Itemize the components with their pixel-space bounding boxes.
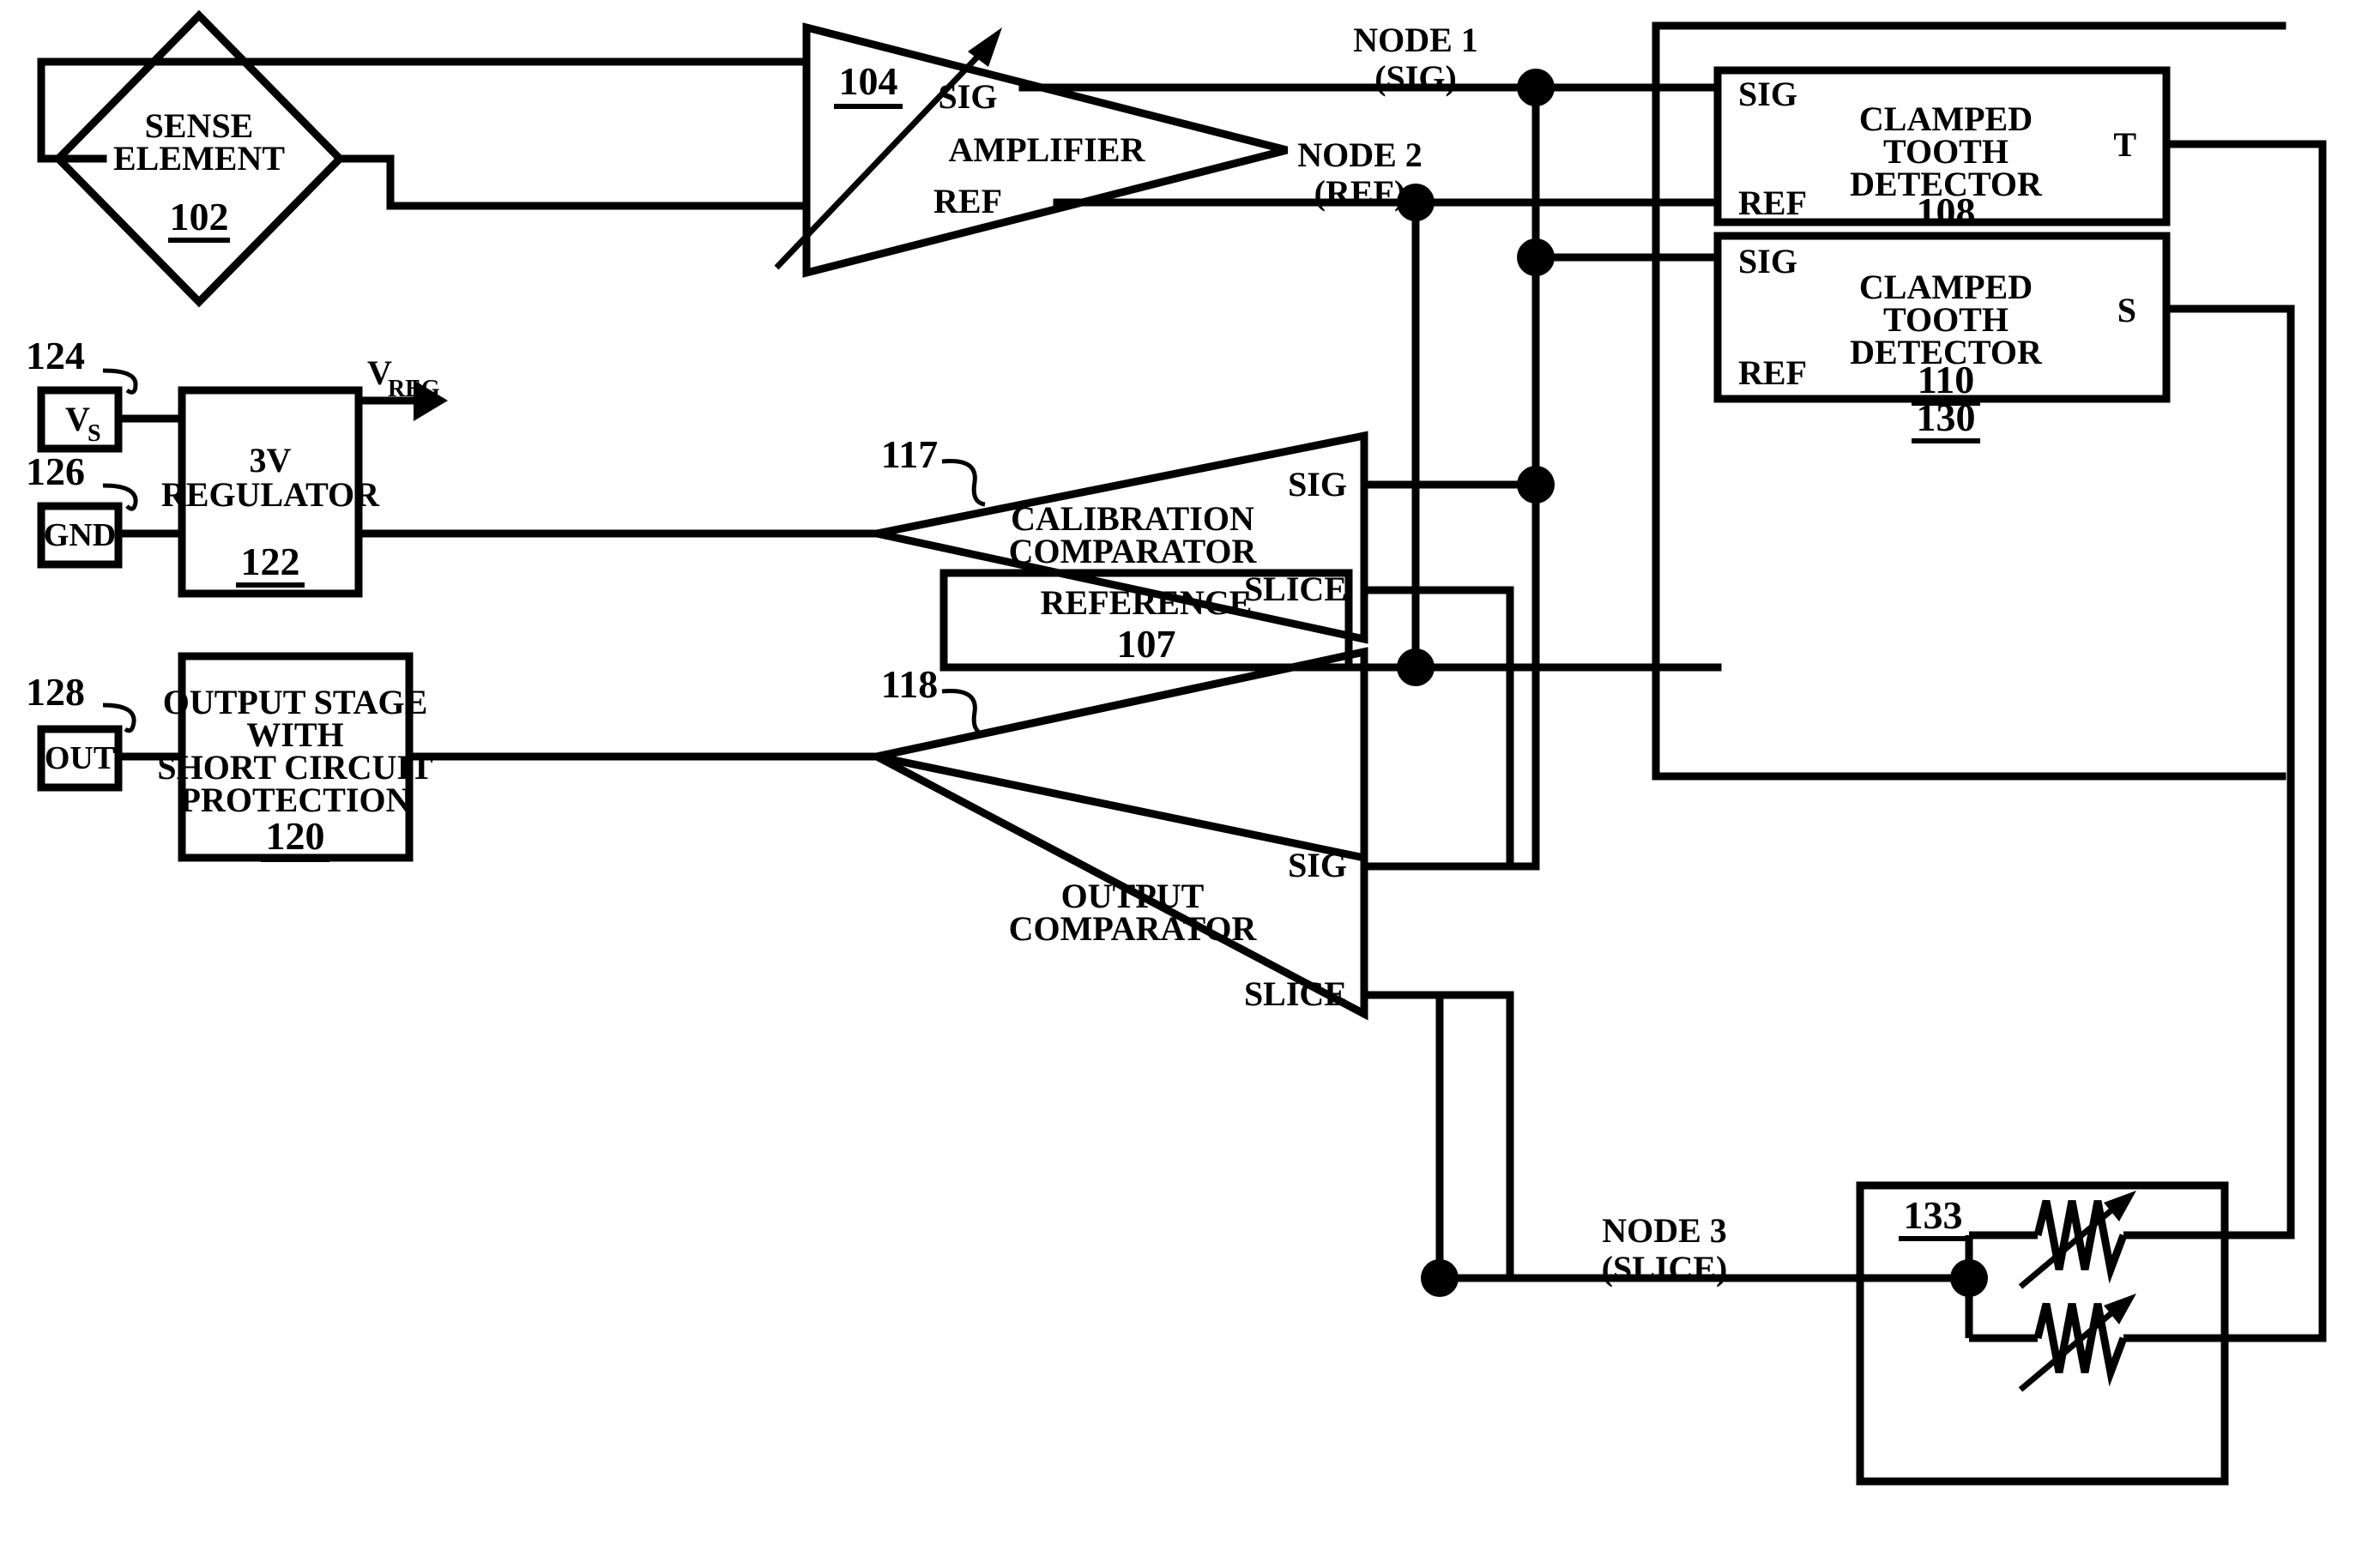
- calibration-comparator-leader: [941, 459, 986, 507]
- pin-vs-label: V: [65, 400, 90, 438]
- junction-node3: [1421, 1259, 1459, 1297]
- output-comparator-port-slice: SLICE: [1244, 974, 1347, 1013]
- output-comparator-port-sig: SIG: [1288, 846, 1347, 884]
- pin-out-label: OUT: [45, 740, 115, 776]
- detector-108-port-sig: SIG: [1738, 75, 1797, 113]
- output-comparator-shape: [865, 647, 1368, 1021]
- node3-label-2: (SLICE): [1602, 1249, 1728, 1288]
- output-comparator-leader: [941, 689, 986, 737]
- detector-110-port-sig: SIG: [1738, 242, 1797, 280]
- node1-label-2: (SIG): [1374, 58, 1457, 97]
- regulator-label-1: 3V: [250, 441, 292, 479]
- pin-gnd-ref: 126: [26, 449, 85, 493]
- pin-gnd-label: GND: [44, 517, 116, 553]
- calibration-comparator-port-sig: SIG: [1288, 465, 1347, 504]
- calibration-comparator-ref: 117: [881, 432, 938, 476]
- detector-110-port-ref: REF: [1738, 353, 1807, 392]
- detector-110-port-out: S: [2117, 291, 2136, 329]
- sense-element-ref: 102: [170, 195, 229, 238]
- sense-element-label-2: ELEMENT: [113, 139, 285, 178]
- amplifier-port-ref: REF: [933, 182, 1002, 220]
- detector-108-ref: 108: [1917, 190, 1976, 233]
- detector-group-ref: 130: [1917, 395, 1976, 439]
- junction-node1: [1517, 69, 1555, 106]
- node1-label-1: NODE 1: [1353, 21, 1478, 59]
- variable-resistor-lower-arrowhead: [2104, 1294, 2136, 1324]
- vreg-label-sub: REG: [388, 376, 440, 402]
- output-comparator-label-2: COMPARATOR: [1009, 909, 1258, 948]
- node2-label-2: (REF): [1314, 173, 1406, 212]
- amplifier-ref: 104: [839, 59, 898, 103]
- output-comparator-triangle: [876, 647, 1368, 863]
- regulator-ref: 122: [241, 540, 300, 583]
- node3-label-1: NODE 3: [1602, 1211, 1727, 1250]
- detector-108-port-out: T: [2113, 125, 2136, 164]
- calibration-comparator-port-slice: SLICE: [1244, 570, 1347, 608]
- calibration-comparator-label-2: COMPARATOR: [1009, 532, 1258, 570]
- amplifier-label: AMPLIFIER: [949, 130, 1146, 169]
- junction-node1-det110: [1517, 238, 1555, 276]
- node2-label-1: NODE 2: [1297, 136, 1423, 174]
- output-comparator-ref: 118: [881, 662, 938, 706]
- regulator-label-2: REGULATOR: [161, 475, 380, 514]
- output-stage-ref: 120: [266, 814, 325, 858]
- resistor-network-ref: 133: [1904, 1193, 1963, 1237]
- junction-cal-sig: [1517, 466, 1555, 504]
- junction-ref107: [1397, 648, 1435, 686]
- amplifier-port-sig: SIG: [939, 77, 998, 116]
- pin-out-ref: 128: [26, 670, 85, 714]
- variable-resistor-upper-arrowhead: [2104, 1191, 2136, 1221]
- detector-108-port-ref: REF: [1738, 184, 1807, 222]
- junction-node2: [1397, 184, 1435, 221]
- pin-vs-label-sub: S: [88, 420, 101, 447]
- diagram-canvas: SENSE ELEMENT 102 104 SIG AMPLIFIER REF …: [0, 0, 2380, 1568]
- reference-107-ref: 107: [1117, 622, 1176, 666]
- pin-vs-ref: 124: [26, 334, 85, 377]
- circuit-diagram-svg: SENSE ELEMENT 102 104 SIG AMPLIFIER REF …: [26, 9, 2327, 1486]
